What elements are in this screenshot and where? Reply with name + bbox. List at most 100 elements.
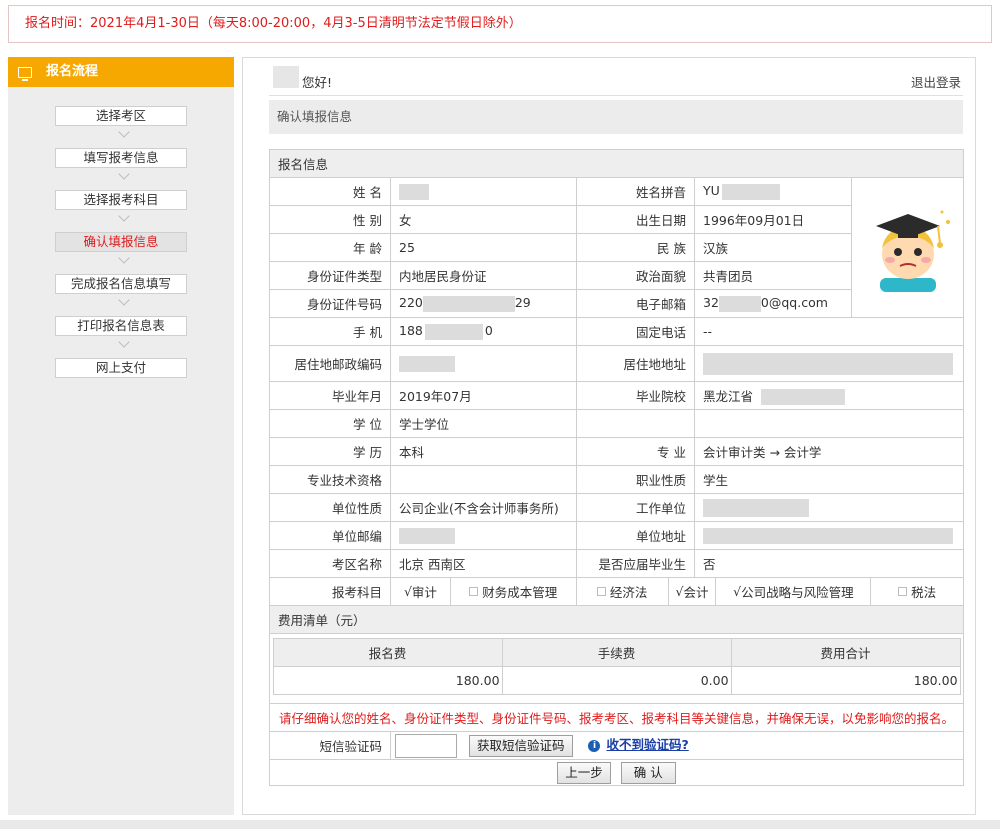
email-value: 32 0@qq.com [694, 289, 852, 318]
subject-label: 公司战略与风险管理 [741, 585, 854, 600]
email-label: 电子邮箱 [576, 289, 695, 318]
sms-help-link[interactable]: 收不到验证码? [606, 737, 688, 752]
subjects-cell: √ 审计 财务成本管理 经济法 √ 会计 √ 公司战略与风险管理 税法 [389, 577, 965, 606]
fee-table: 报名费 手续费 费用合计 180.00 0.00 180.00 [272, 638, 961, 695]
qualification-label: 专业技术资格 [269, 465, 391, 494]
step-pay-online[interactable]: 网上支付 [55, 358, 187, 378]
step-select-subjects[interactable]: 选择报考科目 [55, 190, 187, 210]
redacted-block [703, 498, 809, 517]
logout-link[interactable]: 退出登录 [911, 72, 961, 91]
phone-value: 188 0 [390, 317, 577, 346]
chevron-down-icon [8, 252, 234, 274]
step-fill-info[interactable]: 填写报考信息 [55, 148, 187, 168]
redacted-block [399, 183, 429, 200]
fee-service: 0.00 [501, 666, 732, 695]
sidebar-header: 报名流程 [8, 57, 234, 87]
process-steps: 选择考区 填写报考信息 选择报考科目 确认填报信息 完成报名信息填写 打印报名信… [8, 87, 234, 378]
photo-cell [850, 177, 965, 318]
redacted-block [703, 352, 953, 375]
fresh-graduate-label: 是否应届毕业生 [576, 549, 695, 578]
sms-label: 短信验证码 [269, 731, 391, 760]
checkbox-icon [596, 587, 606, 596]
education-label: 学 历 [269, 437, 391, 466]
address-value [693, 345, 965, 382]
sms-help: i 收不到验证码? [588, 737, 689, 752]
unit-type-label: 单位性质 [269, 493, 391, 522]
phone-suffix: 0 [484, 323, 493, 339]
fresh-graduate-value: 否 [693, 549, 965, 578]
id-type-value: 内地居民身份证 [390, 261, 577, 290]
major-value: 会计审计类 → 会计学 [693, 437, 965, 466]
empty-cell [693, 409, 965, 438]
exam-area-value: 北京 西南区 [390, 549, 577, 578]
step-complete[interactable]: 完成报名信息填写 [55, 274, 187, 294]
political-value: 共青团员 [694, 261, 852, 290]
step-confirm-info[interactable]: 确认填报信息 [55, 232, 187, 252]
step-select-area[interactable]: 选择考区 [55, 106, 187, 126]
subject-label: 经济法 [609, 585, 648, 600]
id-suffix: 29 [514, 295, 531, 311]
subject-label: 会计 [683, 585, 709, 600]
subject-label: 税法 [911, 585, 937, 600]
ethnic-value: 汉族 [694, 233, 852, 262]
zip-value [390, 345, 577, 382]
fee-header-service: 手续费 [501, 638, 732, 667]
chevron-down-icon [8, 336, 234, 358]
applicant-photo [860, 200, 956, 296]
monitor-icon [18, 66, 32, 81]
job-nature-label: 职业性质 [576, 465, 695, 494]
work-unit-label: 工作单位 [576, 493, 695, 522]
step-print[interactable]: 打印报名信息表 [55, 316, 187, 336]
confirm-button[interactable]: 确 认 [620, 761, 676, 784]
redacted-block [399, 355, 455, 372]
phone-label: 手 机 [269, 317, 391, 346]
footer-strip [0, 820, 1000, 829]
address-label: 居住地地址 [576, 345, 695, 382]
redacted-block [761, 389, 846, 406]
degree-label: 学 位 [269, 409, 391, 438]
redacted-block [424, 323, 483, 340]
subject-strategy-risk: √ 公司战略与风险管理 [716, 578, 872, 605]
chevron-down-icon [8, 126, 234, 148]
subject-tax-law: 税法 [871, 578, 963, 605]
get-sms-code-button[interactable]: 获取短信验证码 [468, 734, 573, 757]
sms-cell: 获取短信验证码 i 收不到验证码? [389, 731, 965, 760]
subject-accounting: √ 会计 [669, 578, 717, 605]
registration-info-table: 报名信息 姓 名 姓名拼音 YU 性 别 女 出生日期 1996年09月01日 … [268, 149, 965, 786]
email-prefix: 32 [703, 295, 719, 311]
birth-value: 1996年09月01日 [694, 205, 852, 234]
id-type-label: 身份证件类型 [269, 261, 391, 290]
unit-address-value [693, 521, 965, 550]
id-number-label: 身份证件号码 [269, 289, 391, 318]
info-icon: i [588, 739, 601, 752]
redacted-block [718, 295, 761, 312]
sms-code-input[interactable] [395, 733, 457, 758]
unit-zip-value [390, 521, 577, 550]
email-suffix: 0@qq.com [760, 295, 828, 311]
sidebar-title: 报名流程 [46, 64, 99, 79]
political-label: 政治面貌 [576, 261, 695, 290]
action-row: 上一步 确 认 [268, 759, 965, 786]
chevron-down-icon [8, 168, 234, 190]
page-title: 确认填报信息 [269, 100, 963, 134]
fee-header-total: 费用合计 [730, 638, 961, 667]
ethnic-label: 民 族 [576, 233, 695, 262]
unit-zip-label: 单位邮编 [269, 521, 391, 550]
subject-economic-law: 经济法 [577, 578, 669, 605]
school-label: 毕业院校 [576, 381, 695, 410]
greeting-row: 您好! 退出登录 [269, 64, 963, 96]
education-value: 本科 [390, 437, 577, 466]
pinyin-label: 姓名拼音 [576, 177, 695, 206]
prev-step-button[interactable]: 上一步 [557, 761, 611, 784]
redacted-block [703, 527, 953, 544]
username-redacted [273, 66, 299, 88]
zip-label: 居住地邮政编码 [269, 345, 391, 382]
tel-label: 固定电话 [576, 317, 695, 346]
school-value: 黑龙江省 [693, 381, 965, 410]
job-nature-value: 学生 [693, 465, 965, 494]
redacted-block [422, 295, 515, 312]
name-label: 姓 名 [269, 177, 391, 206]
fee-registration: 180.00 [272, 666, 503, 695]
school-text: 黑龙江省 [703, 388, 754, 404]
chevron-down-icon [8, 210, 234, 232]
